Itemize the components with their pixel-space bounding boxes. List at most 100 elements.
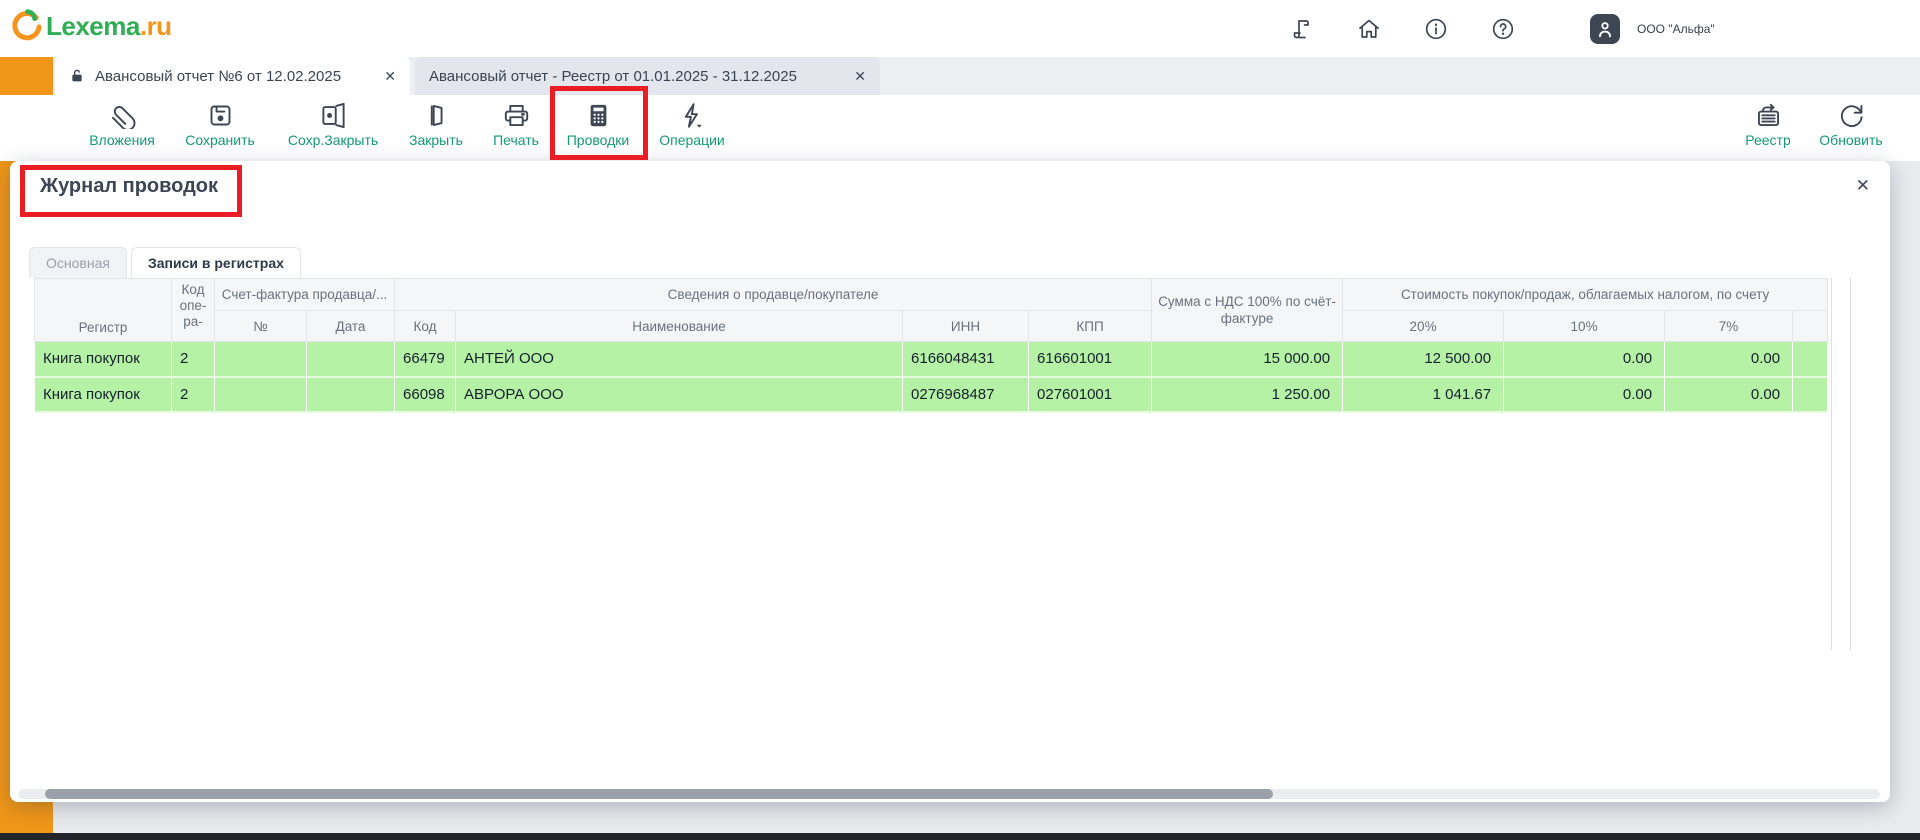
bottom-edge-bar xyxy=(0,833,1920,840)
tab-osnovnaya[interactable]: Основная xyxy=(29,247,127,278)
save-and-close-button[interactable]: Сохр.Закрыть xyxy=(273,102,393,148)
help-icon[interactable] xyxy=(1491,17,1515,41)
cell-name: АВРОРА ООО xyxy=(456,377,903,412)
button-label: Вложения xyxy=(89,132,155,148)
cell-20: 1 041.67 xyxy=(1343,377,1504,412)
horizontal-scrollbar-track[interactable] xyxy=(18,789,1880,799)
header-opcode: Код опе-ра- xyxy=(172,279,215,342)
user-avatar[interactable] xyxy=(1590,14,1620,44)
paperclip-icon xyxy=(109,102,136,129)
cell-20: 12 500.00 xyxy=(1343,342,1504,377)
table-row[interactable]: Книга покупок 2 66098 АВРОРА ООО 0276968… xyxy=(35,377,1828,412)
cell-10: 0.00 xyxy=(1504,342,1665,377)
header-20: 20% xyxy=(1343,311,1504,342)
floppy-door-icon xyxy=(320,102,347,129)
doc-tab-label: Авансовый отчет - Реестр от 01.01.2025 -… xyxy=(429,68,797,85)
header-sum-nds: Сумма с НДС 100% по счёт-фактуре xyxy=(1152,279,1343,342)
cell-empty xyxy=(1793,377,1828,412)
toolbar: Вложения Сохранить Сохр.Закрыть Закрыт xyxy=(0,95,1920,161)
door-icon xyxy=(423,102,450,129)
operations-button[interactable]: Операции xyxy=(632,102,752,148)
cell-registr: Книга покупок xyxy=(35,377,172,412)
printer-icon xyxy=(503,102,530,129)
close-tab-icon[interactable]: ✕ xyxy=(842,68,866,85)
info-icon[interactable] xyxy=(1424,17,1448,41)
cell-code: 66479 xyxy=(395,342,456,377)
home-icon[interactable] xyxy=(1357,17,1381,41)
cell-opcode: 2 xyxy=(172,342,215,377)
button-label: Проводки xyxy=(567,132,630,148)
logo-text: Lexema.ru xyxy=(46,11,172,42)
lightning-icon xyxy=(679,102,706,129)
save-button[interactable]: Сохранить xyxy=(160,102,280,148)
registers-table: Регистр Код опе-ра- Счет-фактура продавц… xyxy=(34,278,1828,413)
header-code: Код xyxy=(395,311,456,342)
cell-date xyxy=(307,342,395,377)
cell-registr: Книга покупок xyxy=(35,342,172,377)
button-label: Печать xyxy=(493,132,539,148)
floppy-save-icon xyxy=(207,102,234,129)
button-label: Операции xyxy=(659,132,725,148)
lexema-logo[interactable]: Lexema.ru xyxy=(8,8,172,44)
cell-kpp: 027601001 xyxy=(1029,377,1152,412)
header-date: Дата xyxy=(307,311,395,342)
button-label: Обновить xyxy=(1819,132,1882,148)
header-7: 7% xyxy=(1665,311,1793,342)
doc-tab-avansovy-otchet[interactable]: Авансовый отчет №6 от 12.02.2025 ✕ xyxy=(55,57,410,95)
calculator-icon xyxy=(585,102,612,129)
company-name: ООО "Альфа" xyxy=(1637,22,1715,36)
cell-7: 0.00 xyxy=(1665,342,1793,377)
button-label: Реестр xyxy=(1745,132,1791,148)
modal-tab-bar: Основная Записи в регистрах xyxy=(29,247,305,278)
person-icon xyxy=(1594,18,1616,40)
header-group-invoice: Счет-фактура продавца/... xyxy=(215,279,395,311)
modal-title: Журнал проводок xyxy=(40,175,218,198)
header-kpp: КПП xyxy=(1029,311,1152,342)
refresh-icon xyxy=(1838,102,1865,129)
lock-document-icon xyxy=(69,68,85,84)
table-header: Регистр Код опе-ра- Счет-фактура продавц… xyxy=(35,279,1828,342)
header-group-party: Сведения о продавце/покупателе xyxy=(395,279,1152,311)
cell-opcode: 2 xyxy=(172,377,215,412)
cell-kpp: 616601001 xyxy=(1029,342,1152,377)
cell-empty xyxy=(1793,342,1828,377)
modal-close-icon[interactable]: ✕ xyxy=(1856,176,1870,196)
cell-7: 0.00 xyxy=(1665,377,1793,412)
cell-date xyxy=(307,377,395,412)
cell-inn: 6166048431 xyxy=(903,342,1029,377)
button-label: Сохранить xyxy=(185,132,255,148)
topbar-icon-group: ООО "Альфа" xyxy=(1290,0,1715,57)
horizontal-scrollbar-thumb[interactable] xyxy=(45,789,1273,799)
lexema-logo-mark xyxy=(8,8,44,44)
cell-inn: 0276968487 xyxy=(903,377,1029,412)
doc-tab-label: Авансовый отчет №6 от 12.02.2025 xyxy=(95,68,341,85)
registers-grid: Регистр Код опе-ра- Счет-фактура продавц… xyxy=(34,278,1828,413)
top-bar: Lexema.ru xyxy=(0,0,1920,57)
refresh-button[interactable]: Обновить xyxy=(1791,102,1911,148)
header-num: № xyxy=(215,311,307,342)
doc-tab-reestr[interactable]: Авансовый отчет - Реестр от 01.01.2025 -… xyxy=(415,57,880,95)
header-group-cost: Стоимость покупок/продаж, облагаемых нал… xyxy=(1343,279,1828,311)
vertical-scrollbar[interactable] xyxy=(1831,278,1851,650)
application-window: Lexema.ru xyxy=(0,0,1920,840)
cell-num xyxy=(215,342,307,377)
header-registr: Регистр xyxy=(35,279,172,342)
table-row[interactable]: Книга покупок 2 66479 АНТЕЙ ООО 61660484… xyxy=(35,342,1828,377)
postings-journal-modal: Журнал проводок ✕ Основная Записи в реги… xyxy=(10,161,1890,802)
header-inn: ИНН xyxy=(903,311,1029,342)
journal-scroll-icon[interactable] xyxy=(1290,17,1314,41)
button-label: Закрыть xyxy=(409,132,463,148)
cell-name: АНТЕЙ ООО xyxy=(456,342,903,377)
header-empty xyxy=(1793,311,1828,342)
registry-list-icon xyxy=(1755,102,1782,129)
tab-zapisi-v-registrah[interactable]: Записи в регистрах xyxy=(131,247,301,278)
cell-code: 66098 xyxy=(395,377,456,412)
cell-sum: 15 000.00 xyxy=(1152,342,1343,377)
header-name: Наименование xyxy=(456,311,903,342)
close-tab-icon[interactable]: ✕ xyxy=(372,68,396,85)
cell-sum: 1 250.00 xyxy=(1152,377,1343,412)
header-10: 10% xyxy=(1504,311,1665,342)
document-tab-strip: Авансовый отчет №6 от 12.02.2025 ✕ Аванс… xyxy=(53,57,1920,95)
button-label: Сохр.Закрыть xyxy=(288,132,378,148)
cell-num xyxy=(215,377,307,412)
